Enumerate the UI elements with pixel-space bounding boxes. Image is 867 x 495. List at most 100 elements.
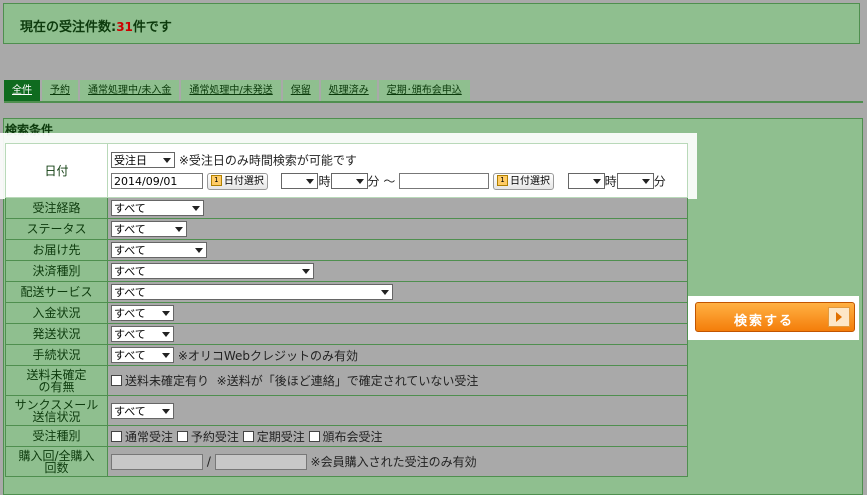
date-note: ※受注日のみ時間検索が可能です [178,153,357,167]
delivery-select-value: すべて [114,286,146,299]
order-type-normal-checkbox[interactable] [111,430,122,442]
order-count-header: 現在の受注件数:31件です [3,3,860,44]
procedure-label: 手続状況 [5,344,108,366]
status-select[interactable]: すべて [111,221,187,237]
hour-unit: 時 [318,174,331,188]
payment-select-value: すべて [114,265,146,278]
chevron-down-icon [162,311,170,316]
delivery-row: 配送サービス すべて [5,281,688,303]
status-label: ステータス [5,218,108,240]
chevron-down-icon [163,158,171,163]
calendar-button-label: 日付選択 [510,175,551,187]
destination-row: お届け先 すべて [5,239,688,261]
minute-unit: 分 [653,174,666,188]
chevron-down-icon [162,408,170,414]
search-button[interactable]: 検索する [695,302,855,332]
chevron-down-icon [162,332,170,337]
thanks-mail-row: サンクスメール 送信状況 すべて [5,395,688,426]
deposit-row: 入金状況 すべて [5,302,688,324]
destination-select-value: すべて [114,244,146,257]
postage-label: 送料未確定 の有無 [5,365,108,396]
date-from-input[interactable]: 2014/09/01 [111,173,203,189]
search-form-table: 日付 受注日 ※受注日のみ時間検索が可能です 2014/09/01 1 日付選択 … [5,143,688,477]
deposit-select[interactable]: すべて [111,305,174,321]
date-type-select[interactable]: 受注日 [111,152,175,168]
date-to-minute-select[interactable] [616,173,654,189]
chevron-down-icon [302,269,310,274]
date-to-input[interactable] [399,173,490,189]
tab-subscription[interactable]: 定期･頒布会申込 [378,80,470,101]
total-purchase-count-input[interactable] [214,453,307,470]
postage-checkbox-label: 送料未確定有り [125,374,210,388]
tab-all[interactable]: 全件 [4,80,40,101]
date-field-cell: 受注日 ※受注日のみ時間検索が可能です 2014/09/01 1 日付選択 時分 … [107,143,688,198]
order-count-value: 31 [116,20,133,34]
thanks-mail-label-line2: 送信状況 [32,409,81,424]
payment-label: 決済種別 [5,260,108,282]
shipping-row: 発送状況 すべて [5,323,688,345]
delivery-label: 配送サービス [5,281,108,303]
deposit-select-value: すべて [114,307,146,320]
route-select[interactable]: すべて [111,200,204,216]
thanks-mail-select-value: すべて [114,404,146,418]
payment-select[interactable]: すべて [111,263,314,279]
chevron-down-icon [381,290,389,295]
date-to-hour-select[interactable] [567,173,605,189]
shipping-label: 発送状況 [5,323,108,345]
postage-label-line2: の有無 [38,379,75,394]
chevron-down-icon [195,248,203,253]
minute-unit: 分 [367,174,380,188]
shipping-select[interactable]: すべて [111,326,174,342]
procedure-select[interactable]: すべて [111,347,174,363]
purchase-count-input[interactable] [111,453,203,470]
date-to-calendar-button[interactable]: 1 日付選択 [493,172,555,190]
date-from-minute-select[interactable] [330,173,368,189]
postage-row: 送料未確定 の有無 送料未確定有り ※送料が「後ほど連絡」で確定されていない受注 [5,365,688,396]
purchase-count-note: ※会員購入された受注のみ有効 [310,455,477,469]
order-tabs: 全件 予約 通常処理中/未入金 通常処理中/未発送 保留 処理済み 定期･頒布会… [4,80,472,101]
order-type-reserve-checkbox[interactable] [176,430,188,442]
procedure-select-value: すべて [114,349,146,362]
destination-label: お届け先 [5,239,108,261]
order-type-regular-checkbox[interactable] [242,430,254,442]
calendar-button-label: 日付選択 [223,175,264,187]
thanks-mail-select[interactable]: すべて [111,402,174,419]
purchase-count-row: 購入回/全購入 回数 / ※会員購入された受注のみ有効 [5,446,688,477]
order-type-label: 受注種別 [5,425,108,447]
chevron-down-icon [641,179,650,184]
search-button-label: 検索する [734,314,795,329]
tab-unshipped[interactable]: 通常処理中/未発送 [181,80,281,101]
date-row: 日付 受注日 ※受注日のみ時間検索が可能です 2014/09/01 1 日付選択 … [5,143,688,198]
date-from-hour-select[interactable] [281,173,319,189]
calendar-icon: 1 [497,175,509,186]
chevron-down-icon [592,179,601,184]
order-count-suffix: 件です [132,20,172,35]
shipping-select-value: すべて [114,328,146,341]
tab-divider [4,101,863,103]
procedure-note: ※オリコWebクレジットのみ有効 [177,348,359,363]
thanks-mail-label: サンクスメール 送信状況 [5,395,108,426]
status-select-value: すべて [114,223,146,236]
chevron-down-icon [162,353,170,358]
date-from-calendar-button[interactable]: 1 日付選択 [206,172,268,190]
order-type-distribution-checkbox[interactable] [308,430,320,442]
order-count-text: 現在の受注件数:31件です [20,16,172,35]
chevron-down-icon [192,206,200,211]
tab-unpaid[interactable]: 通常処理中/未入金 [80,80,180,101]
destination-select[interactable]: すべて [111,242,207,258]
payment-row: 決済種別 すべて [5,260,688,282]
tab-processed[interactable]: 処理済み [320,80,377,101]
route-label: 受注経路 [5,197,108,219]
order-type-distribution-label: 頒布会受注 [322,429,383,444]
tab-reservation[interactable]: 予約 [42,80,78,101]
tab-on-hold[interactable]: 保留 [282,80,319,101]
purchase-count-label: 購入回/全購入 回数 [5,446,108,477]
delivery-select[interactable]: すべて [111,284,393,300]
calendar-icon: 1 [210,175,222,186]
purchase-count-separator: / [206,454,211,469]
order-type-row: 受注種別 通常受注 予約受注 定期受注 頒布会受注 [5,425,688,447]
route-row: 受注経路 すべて [5,197,688,219]
postage-unconfirmed-checkbox[interactable] [111,375,122,386]
range-separator: ～ [383,174,396,188]
chevron-down-icon [306,179,315,184]
